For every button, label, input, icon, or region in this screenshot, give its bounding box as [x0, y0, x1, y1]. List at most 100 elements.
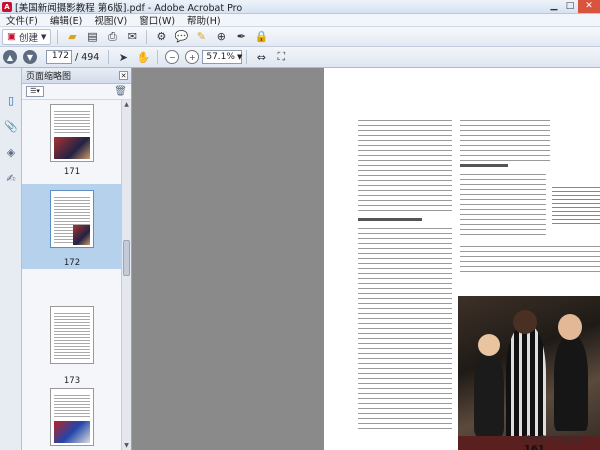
child-left-figure: [474, 351, 504, 436]
panel-toolbar: ☰▾ 🗑: [22, 84, 131, 100]
thumbnail-photo: [54, 137, 90, 159]
panel-header: 页面缩略图 ✕: [22, 68, 131, 84]
thumbnail-page-171: [50, 104, 94, 162]
thumbnail-page-172: [50, 190, 94, 248]
share-icon: ⊕: [216, 30, 226, 43]
thumbnail-label: 172: [63, 258, 81, 268]
thumbnail-label: 171: [63, 167, 81, 177]
thumbnail-list: 171 172 173 174: [22, 100, 122, 450]
main-toolbar: ▣ 创建 ▼ ▰ ▤ ⎙ ✉ ⚙ 💬 ✎ ⊕ ✒ 🔒: [0, 27, 600, 47]
toolbar-separator: [246, 50, 248, 64]
lock-icon: 🔒: [254, 30, 269, 43]
thumbnail-text: [54, 393, 90, 417]
text-column-right: [460, 242, 600, 276]
select-tool-button[interactable]: ➤: [115, 49, 131, 65]
open-folder-button[interactable]: ▰: [64, 29, 80, 45]
window-controls: ▁ □ ✕: [546, 0, 600, 13]
fit-width-icon: ⇔: [256, 50, 266, 64]
trash-icon[interactable]: 🗑: [114, 86, 127, 97]
maximize-button[interactable]: □: [562, 0, 578, 13]
page-total: / 494: [75, 51, 100, 63]
arrow-up-icon: ▲: [6, 52, 14, 62]
email-button[interactable]: ✉: [124, 29, 140, 45]
scroll-down-icon[interactable]: ▼: [123, 442, 130, 449]
photo-caption: [552, 184, 600, 224]
page-thumbnails-panel: 页面缩略图 ✕ ☰▾ 🗑 171 172 173 ▲ ▼: [22, 68, 132, 450]
attachments-icon[interactable]: 📎: [4, 120, 18, 134]
text-column-right: [460, 116, 550, 161]
scrollbar-thumb[interactable]: [123, 240, 130, 276]
arrow-down-icon: ▼: [26, 52, 34, 62]
text-column-left: [358, 116, 452, 212]
minimize-button[interactable]: ▁: [546, 0, 562, 13]
child-left-head: [478, 334, 500, 356]
child-right-head: [558, 314, 582, 340]
acrobat-icon: A: [2, 1, 12, 12]
close-icon[interactable]: ✕: [119, 71, 128, 80]
menu-edit[interactable]: 编辑(E): [44, 13, 88, 27]
scroll-up-icon[interactable]: ▲: [123, 101, 130, 108]
comment-button[interactable]: 💬: [173, 29, 189, 45]
page-folio: 第 6 章 · 新闻报道 161: [524, 434, 600, 450]
menu-window[interactable]: 窗口(W): [133, 13, 181, 27]
menu-help[interactable]: 帮助(H): [181, 13, 227, 27]
sign-button[interactable]: ✒: [233, 29, 249, 45]
page-thumbnails-icon[interactable]: ▯: [4, 94, 18, 108]
thumbnail-item[interactable]: 174: [22, 354, 122, 450]
save-button[interactable]: ▤: [84, 29, 100, 45]
section-heading: [460, 164, 508, 167]
navigation-toolbar: ▲ ▼ 172 / 494 ➤ ✋ − + 57.1% ▼ ⇔ ⛶: [0, 47, 600, 68]
signatures-icon[interactable]: ✍: [4, 172, 18, 186]
thumbnail-item[interactable]: 172: [22, 184, 122, 269]
previous-page-button[interactable]: ▲: [3, 50, 17, 64]
gear-icon: ⚙: [156, 30, 167, 43]
zoom-out-button[interactable]: −: [165, 50, 180, 64]
referee-head: [513, 310, 537, 334]
close-button[interactable]: ✕: [578, 0, 600, 13]
toolbar-separator: [108, 50, 110, 64]
thumbnail-text: [54, 311, 90, 359]
hand-tool-button[interactable]: ✋: [135, 49, 151, 65]
thumbnail-text: [54, 109, 90, 135]
toolbar-separator: [157, 50, 159, 64]
thumbnail-item[interactable]: 173: [22, 270, 122, 386]
menu-file[interactable]: 文件(F): [0, 13, 44, 27]
speech-bubble-icon: 💬: [174, 30, 189, 43]
thumbnail-photo: [73, 225, 90, 245]
thumbnail-scrollbar[interactable]: ▲ ▼: [121, 100, 131, 450]
print-button[interactable]: ⎙: [104, 29, 120, 45]
share-button[interactable]: ⊕: [213, 29, 229, 45]
document-view[interactable]: 第 6 章 · 新闻报道 161: [132, 68, 600, 450]
menu-bar: 文件(F) 编辑(E) 视图(V) 窗口(W) 帮助(H): [0, 14, 600, 27]
secure-button[interactable]: 🔒: [253, 29, 269, 45]
chevron-down-icon: ▼: [41, 32, 47, 41]
referee-figure: [506, 326, 546, 446]
fit-page-icon: ⛶: [277, 50, 286, 63]
minus-icon: −: [169, 52, 176, 62]
next-page-button[interactable]: ▼: [23, 50, 37, 64]
toolbar-separator: [146, 29, 148, 44]
thumbnail-item[interactable]: 171: [22, 100, 122, 184]
navigation-pane-strip: ▯ 📎 ◈ ✍: [0, 68, 22, 450]
zoom-level-select[interactable]: 57.1% ▼: [202, 50, 243, 64]
fit-width-button[interactable]: ⇔: [253, 49, 269, 65]
page-number-input[interactable]: 172: [46, 50, 72, 64]
plus-icon: +: [189, 52, 196, 62]
menu-view[interactable]: 视图(V): [88, 13, 133, 27]
page-number: 161: [524, 444, 545, 450]
settings-button[interactable]: ⚙: [153, 29, 169, 45]
folio-label: 第 6 章 · 新闻报道: [524, 435, 582, 443]
envelope-icon: ✉: [127, 30, 137, 43]
window-title: [美国新闻摄影教程 第6版].pdf - Adobe Acrobat Pro: [15, 2, 243, 14]
review-button[interactable]: ✎: [193, 29, 209, 45]
layers-icon[interactable]: ◈: [4, 146, 18, 160]
create-button[interactable]: ▣ 创建 ▼: [2, 28, 52, 45]
hand-icon: ✋: [136, 50, 151, 64]
zoom-in-button[interactable]: +: [185, 50, 200, 64]
fit-page-button[interactable]: ⛶: [273, 49, 289, 65]
folder-icon: ▰: [68, 30, 77, 43]
options-menu-button[interactable]: ☰▾: [26, 86, 44, 97]
pen-icon: ✒: [236, 30, 246, 43]
section-heading: [358, 218, 422, 221]
zoom-value: 57.1%: [206, 52, 235, 62]
